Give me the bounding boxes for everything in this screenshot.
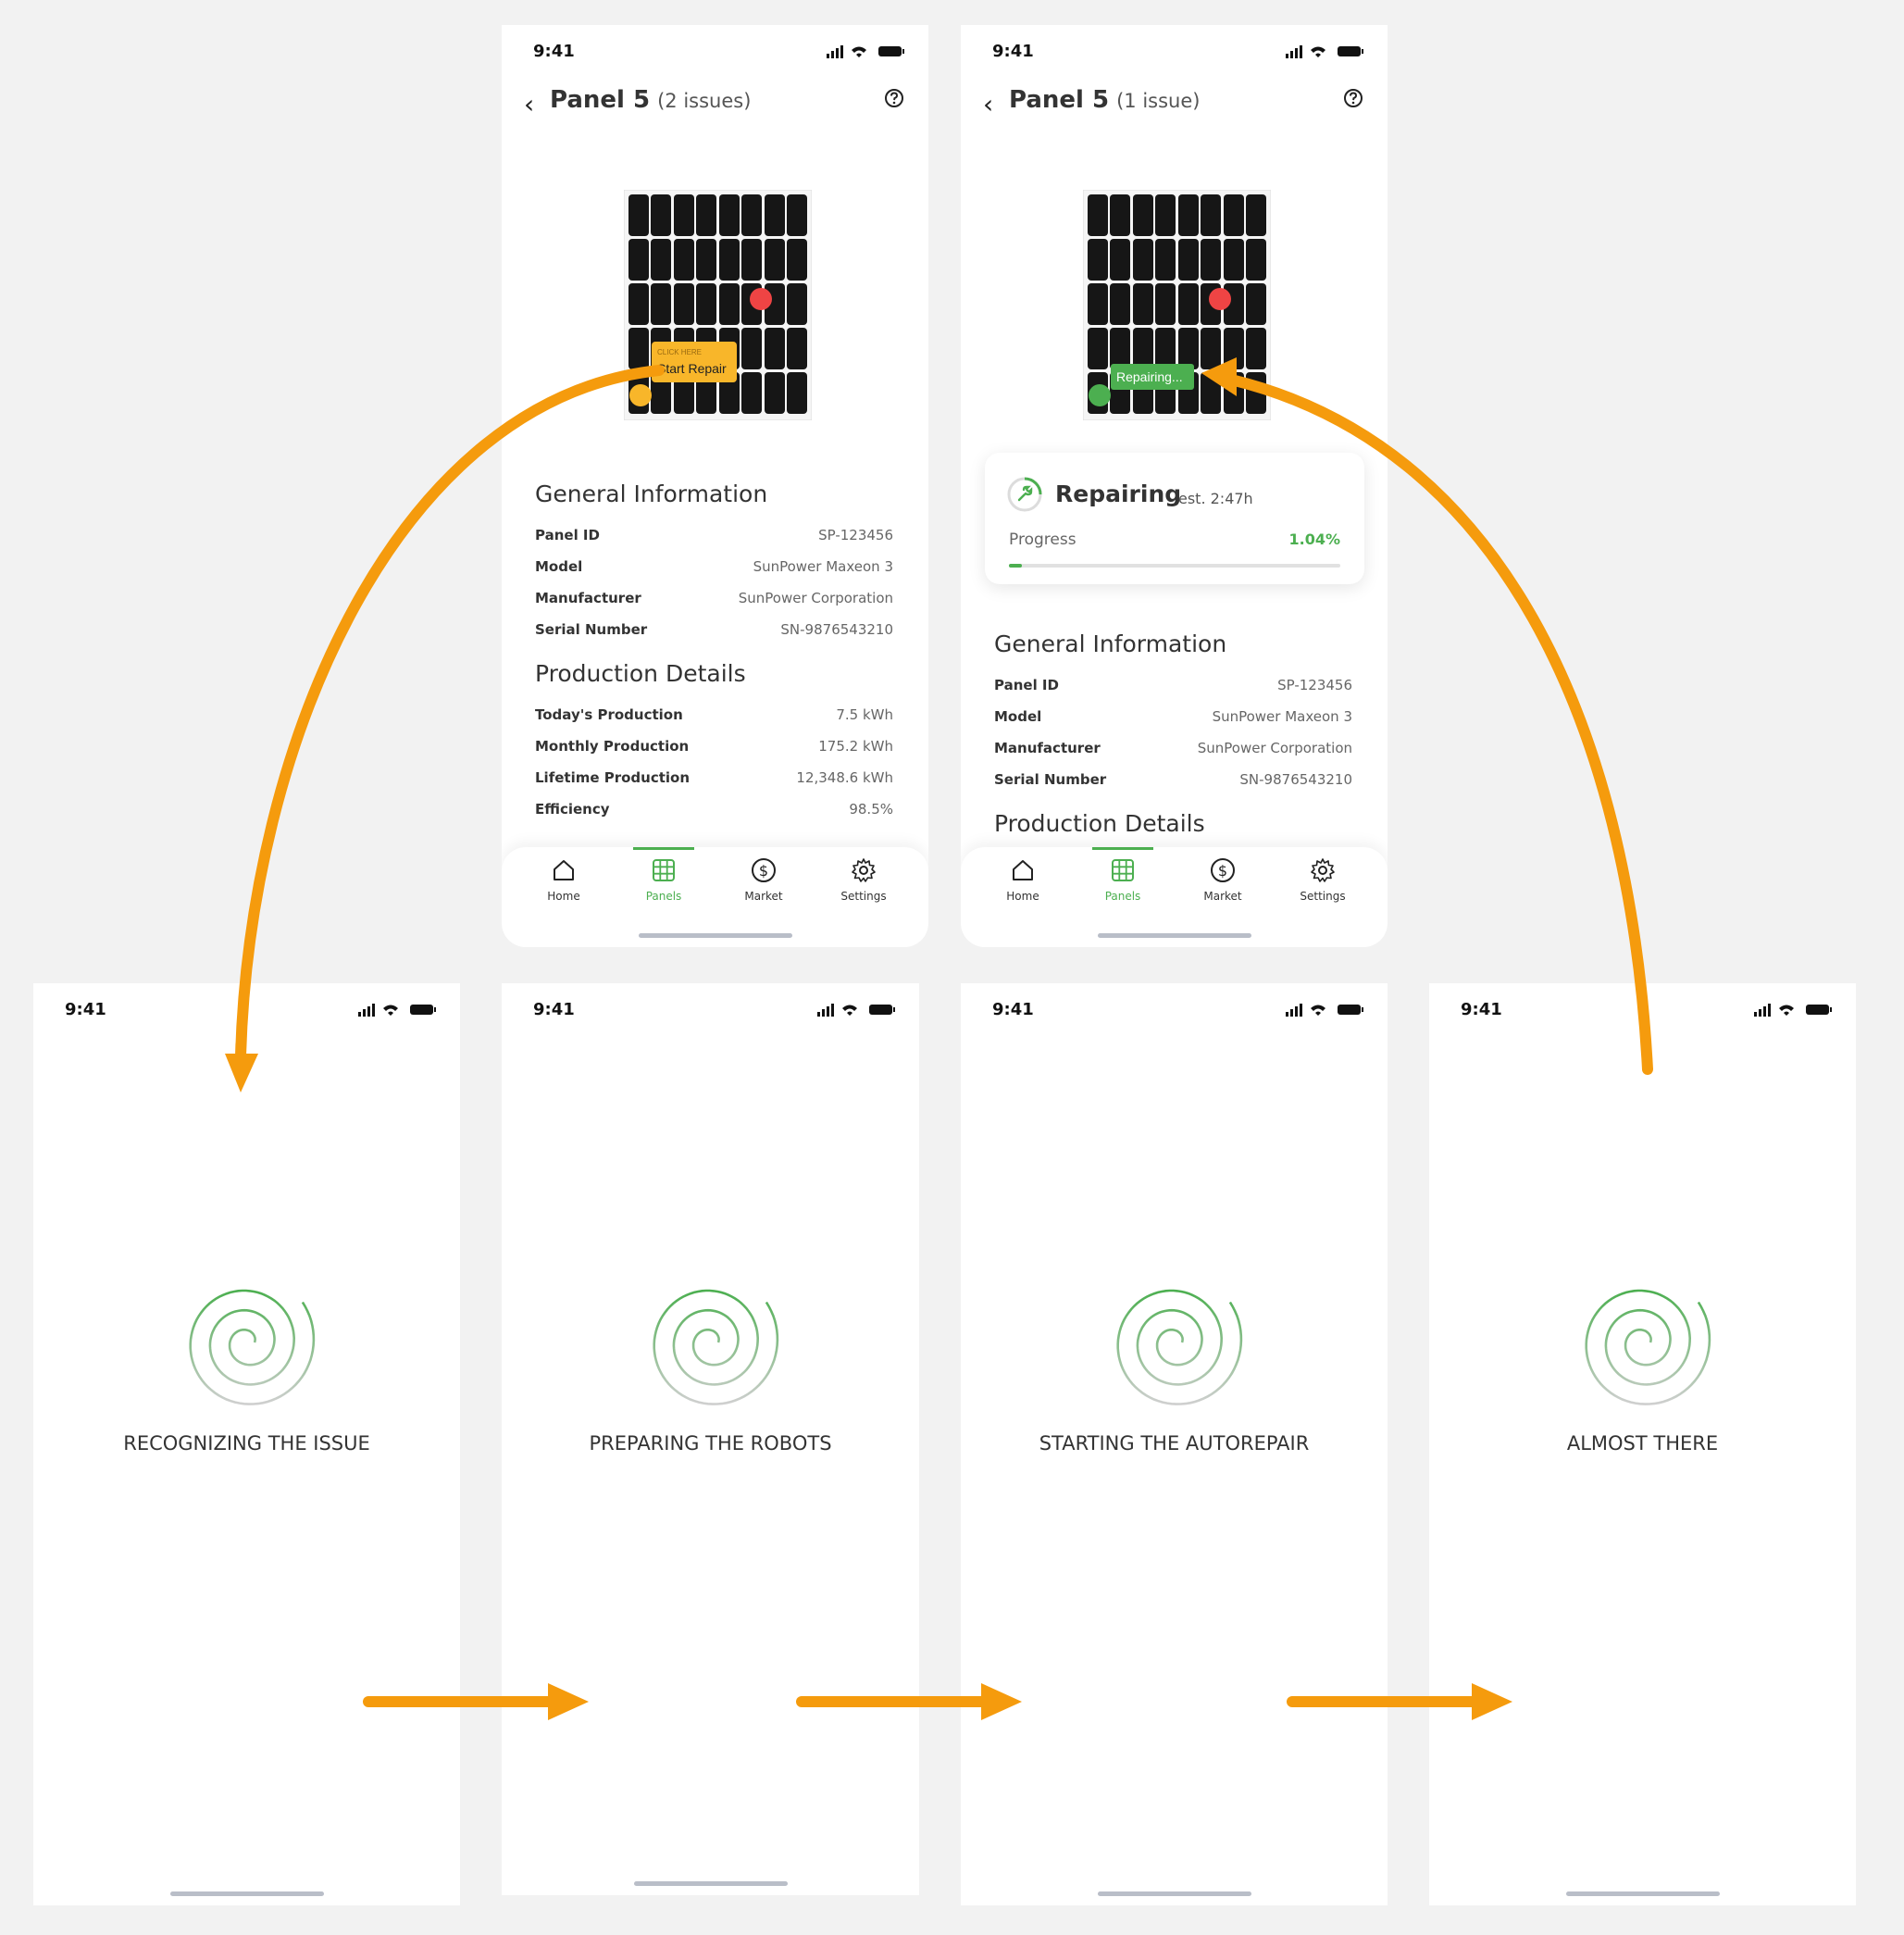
arrowhead: [548, 1683, 589, 1720]
flow-arrow-start-repair: [235, 365, 665, 1061]
arrowhead: [1201, 357, 1237, 396]
arrowhead: [981, 1683, 1022, 1720]
arrowhead: [1472, 1683, 1512, 1720]
flow-arrow-to-repairing: [1226, 374, 1653, 1075]
arrowhead: [225, 1054, 258, 1092]
flow-arrows: [225, 357, 1653, 1720]
